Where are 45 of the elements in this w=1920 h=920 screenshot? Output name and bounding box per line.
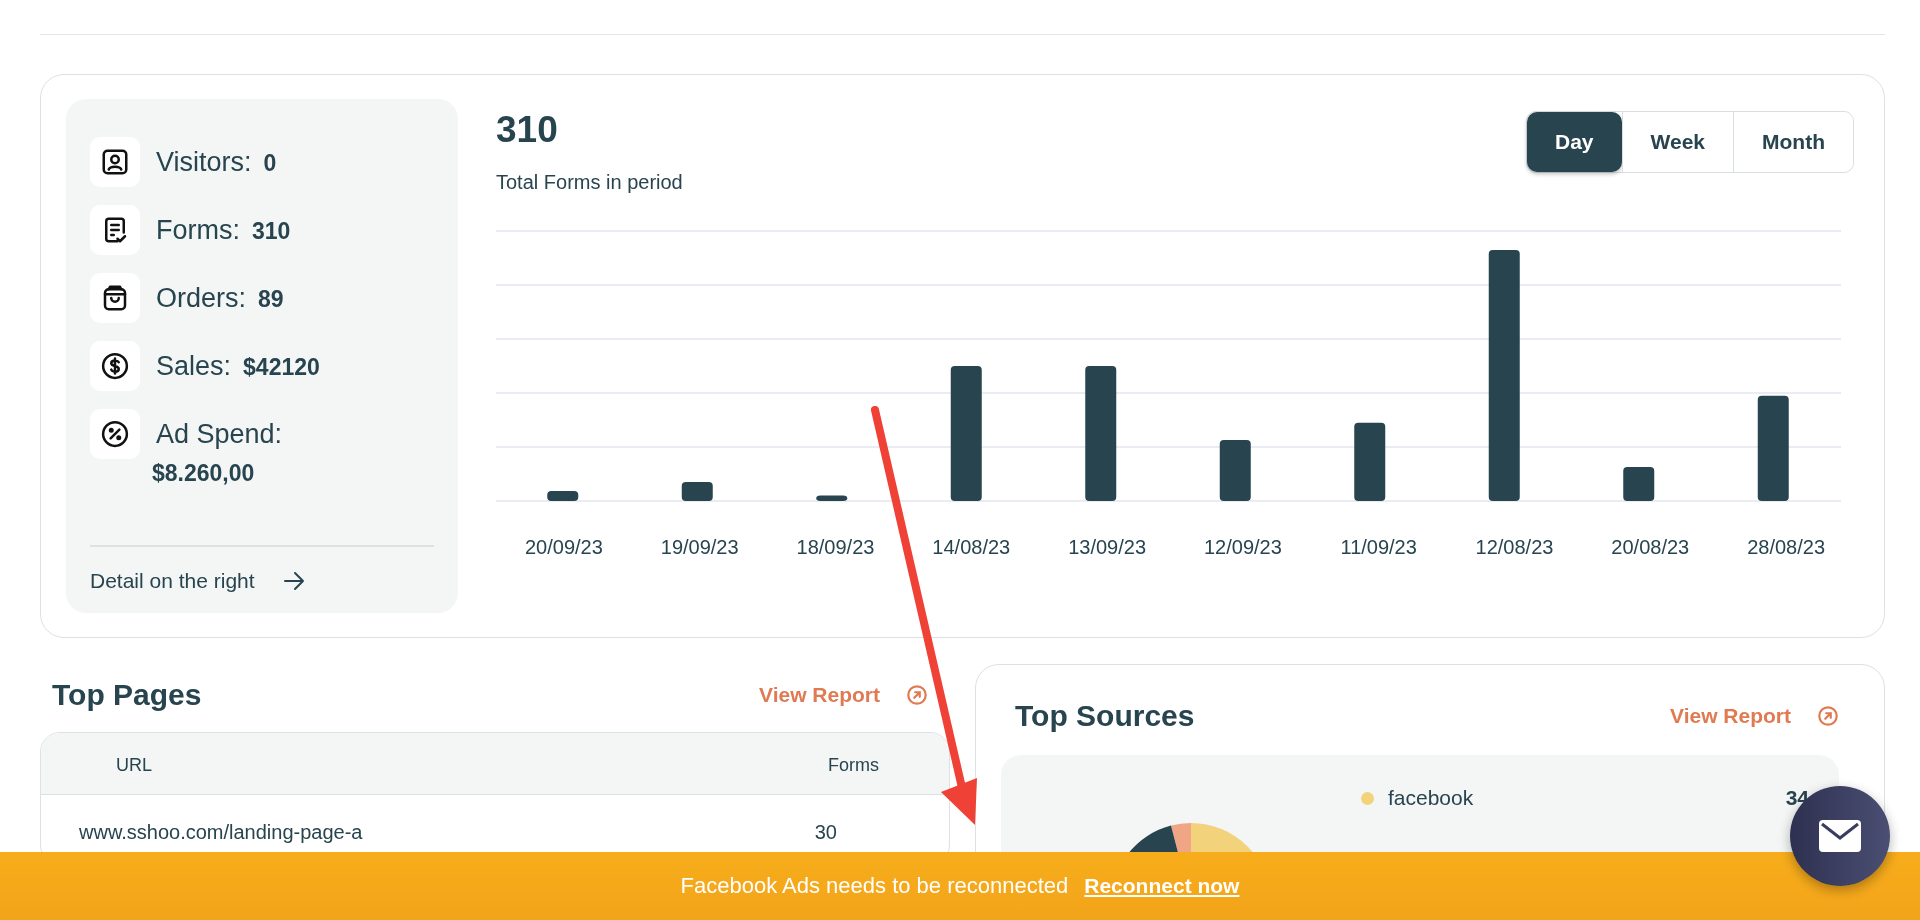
axis-label: 13/09/23 <box>1067 536 1147 559</box>
detail-link[interactable]: Detail on the right <box>90 569 255 593</box>
user-card-icon <box>100 147 130 177</box>
external-link-icon[interactable] <box>1817 705 1839 727</box>
stat-label: Orders: <box>156 283 247 314</box>
dollar-icon <box>100 351 130 381</box>
total-label: Total Forms in period <box>496 171 683 194</box>
stat-value: 310 <box>252 218 291 245</box>
stat-value: 89 <box>258 286 284 313</box>
bar <box>1219 440 1251 501</box>
bar <box>681 482 713 501</box>
legend-label: facebook <box>1388 786 1475 810</box>
stat-label: Forms: <box>156 215 240 246</box>
column-header: URL <box>116 755 152 776</box>
banner-message: Facebook Ads needs to be reconnected <box>680 873 1069 899</box>
bar <box>547 491 579 501</box>
stat-label: Visitors: <box>156 147 252 178</box>
envelope-icon <box>1819 820 1861 852</box>
axis-label: 19/09/23 <box>659 536 740 559</box>
axis-label: 20/09/23 <box>523 536 604 559</box>
stat-label: Sales: <box>156 351 232 382</box>
axis-label: 20/08/23 <box>1610 536 1691 559</box>
period-tab[interactable]: Month <box>1733 112 1853 172</box>
axis-label: 12/09/23 <box>1202 536 1283 559</box>
arrow-right-icon[interactable] <box>282 571 305 591</box>
axis-label: 28/08/23 <box>1746 536 1826 559</box>
table-cell: www.sshoo.com/landing-page-a <box>79 821 363 844</box>
axis-label: 12/08/23 <box>1474 536 1555 559</box>
stat-value: $8.260,00 <box>152 460 255 487</box>
bar <box>816 495 848 501</box>
period-tab[interactable]: Day <box>1527 112 1622 172</box>
axis-label: 18/09/23 <box>795 536 876 559</box>
axis-label: 14/08/23 <box>931 536 1012 559</box>
external-link-icon[interactable] <box>906 684 928 706</box>
axis-label: 11/09/23 <box>1339 536 1418 559</box>
section-title: Top Sources <box>1015 699 1195 733</box>
column-header: Forms <box>828 755 879 776</box>
stat-label: Ad Spend: <box>156 419 283 450</box>
percent-icon <box>100 419 130 449</box>
section-title: Top Pages <box>52 678 202 712</box>
bar <box>1623 467 1655 501</box>
total-value: 310 <box>496 109 559 151</box>
stat-value: 0 <box>263 150 277 177</box>
table-cell: 30 <box>814 821 837 844</box>
stat-value: $42120 <box>243 354 320 381</box>
